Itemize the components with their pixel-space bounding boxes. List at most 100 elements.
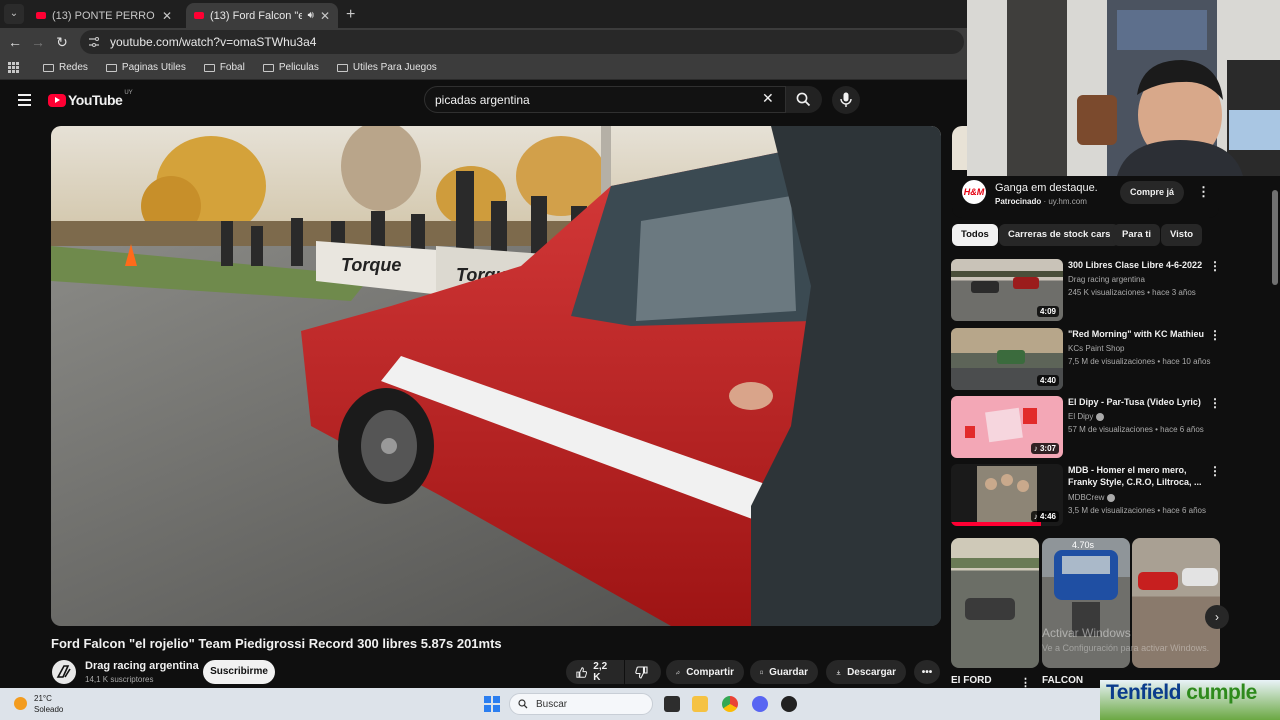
speaker-icon[interactable]: 🔊︎ — [308, 10, 314, 21]
channel-name[interactable]: Drag racing argentina — [85, 660, 199, 672]
tab-search-button[interactable]: ⌄ — [4, 4, 24, 24]
chip-para-ti[interactable]: Para ti — [1113, 224, 1161, 246]
ad-domain: uy.hm.com — [1048, 197, 1087, 206]
close-tab-icon[interactable]: ✕ — [162, 9, 172, 23]
task-view-icon[interactable] — [664, 696, 680, 712]
tenfield-banner-text: Tenfield cumple — [1106, 681, 1257, 704]
folder-icon — [43, 63, 54, 72]
short-thumbnail[interactable] — [951, 538, 1039, 668]
voice-search-button[interactable] — [832, 86, 860, 114]
clear-search-icon[interactable]: ✕ — [762, 90, 774, 107]
video-thumbnail[interactable]: 4:09 — [951, 259, 1063, 321]
discord-icon[interactable] — [752, 696, 768, 712]
browser-tab-strip: ⌄ (13) PONTE PERRO ft KALEB DI ✕ (13) Fo… — [0, 0, 968, 28]
shorts-next-arrow-icon[interactable]: › — [1205, 605, 1229, 629]
like-button[interactable]: 2,2 K — [566, 660, 624, 684]
more-horizontal-icon: ••• — [921, 666, 933, 678]
sun-icon[interactable] — [14, 697, 27, 710]
address-bar[interactable]: youtube.com/watch?v=omaSTWhu3a4 — [80, 30, 964, 54]
taskbar-search-input[interactable]: Buscar — [509, 693, 653, 715]
ad-cta-button[interactable]: Compre já — [1120, 181, 1184, 204]
folder-icon — [262, 63, 274, 72]
youtube-play-icon — [48, 93, 66, 107]
bookmarks-bar: Redes Paginas Utiles Fobal Peliculas Uti… — [0, 56, 968, 80]
bookmark-peliculas[interactable]: Peliculas — [257, 60, 325, 75]
bookmark-paginas-utiles[interactable]: Paginas Utiles — [100, 60, 192, 75]
share-button[interactable]: Compartir — [666, 660, 744, 684]
ad-banner-image[interactable] — [952, 126, 968, 170]
search-icon — [518, 699, 528, 709]
close-tab-icon[interactable]: ✕ — [320, 9, 330, 23]
weather-condition[interactable]: Soleado — [34, 705, 63, 714]
youtube-favicon-icon — [36, 12, 46, 19]
apps-grid-icon[interactable] — [8, 62, 19, 73]
subscriber-count: 14,1 K suscriptores — [85, 675, 154, 684]
video-thumbnail[interactable]: ♪ 4:46 — [951, 464, 1063, 526]
thumbs-down-icon — [635, 665, 648, 679]
recommendation-item[interactable]: ♪ 3:07 El Dipy - Par-Tusa (Video Lyric) … — [951, 396, 1221, 458]
short-time-overlay: 4.70s — [1072, 540, 1095, 550]
more-vertical-icon[interactable]: ⋮ — [1209, 396, 1221, 410]
recommendation-item[interactable]: ♪ 4:46 MDB - Homer el mero mero, Franky … — [951, 464, 1221, 526]
new-tab-button[interactable]: + — [346, 6, 355, 24]
search-button[interactable] — [786, 86, 822, 113]
ad-title[interactable]: Ganga em destaque. — [995, 182, 1098, 194]
short-image — [951, 558, 1039, 620]
short-title[interactable]: FALCON — [1042, 675, 1083, 686]
reload-icon[interactable]: ↻ — [53, 33, 71, 51]
recommendation-item[interactable]: 4:09 300 Libres Clase Libre 4-6-2022 Dra… — [951, 259, 1221, 321]
search-icon — [796, 92, 811, 107]
menu-icon[interactable] — [18, 94, 31, 109]
subscribe-button[interactable]: Suscribirme — [203, 660, 275, 684]
video-player[interactable]: Torque Torque — [51, 126, 941, 626]
more-vertical-icon[interactable]: ⋮ — [1209, 328, 1221, 342]
windows-start-icon[interactable] — [484, 696, 500, 712]
short-title[interactable]: EI FORD — [951, 675, 992, 686]
chip-todos[interactable]: Todos — [952, 224, 998, 246]
dislike-button[interactable] — [625, 660, 661, 684]
tab-ponte-perro[interactable]: (13) PONTE PERRO ft KALEB DI ✕ — [28, 3, 180, 28]
bookmark-redes[interactable]: Redes — [37, 60, 94, 75]
video-thumbnail[interactable]: ♪ 3:07 — [951, 396, 1063, 458]
file-explorer-icon[interactable] — [692, 696, 708, 712]
chrome-icon[interactable] — [722, 696, 738, 712]
ad-more-icon[interactable]: ⋮ — [1197, 184, 1210, 200]
sponsored-label: Patrocinado — [995, 197, 1042, 206]
bookmark-utiles-para-juegos[interactable]: Utiles Para Juegos — [331, 60, 443, 75]
video-title: Ford Falcon "el rojelio" Team Piedigross… — [51, 636, 502, 651]
folder-icon — [203, 63, 215, 72]
share-arrow-icon — [676, 669, 681, 674]
video-frame: Torque Torque — [51, 126, 941, 626]
url-text[interactable]: youtube.com/watch?v=omaSTWhu3a4 — [110, 35, 316, 49]
youtube-logo[interactable]: YouTube UY — [48, 90, 133, 108]
more-vertical-icon[interactable]: ⋮ — [1209, 259, 1221, 273]
more-vertical-icon[interactable]: ⋮ — [1209, 464, 1221, 478]
download-button[interactable]: Descargar — [826, 660, 906, 684]
game-launcher-icon[interactable] — [781, 696, 797, 712]
search-query[interactable]: picadas argentina — [435, 93, 530, 107]
verified-icon — [1095, 412, 1104, 421]
chip-visto[interactable]: Visto — [1161, 224, 1203, 246]
save-button[interactable]: Guardar — [750, 660, 818, 684]
browser-toolbar: ← → ↻ youtube.com/watch?v=omaSTWhu3a4 — [0, 28, 968, 56]
forward-arrow-icon[interactable]: → — [29, 33, 47, 51]
webcam-overlay — [967, 0, 1280, 176]
search-input[interactable]: picadas argentina — [424, 86, 786, 113]
hm-logo[interactable]: H&M — [962, 180, 986, 204]
weather-temperature[interactable]: 21°C — [34, 694, 52, 703]
more-actions-button[interactable]: ••• — [914, 660, 940, 684]
folder-icon — [336, 63, 348, 72]
sidebar-scrollbar[interactable] — [1272, 190, 1278, 285]
back-arrow-icon[interactable]: ← — [6, 33, 24, 51]
thumbs-up-icon — [576, 666, 588, 678]
channel-avatar[interactable] — [52, 660, 76, 684]
chip-carreras-stock-cars[interactable]: Carreras de stock cars — [999, 224, 1120, 246]
download-icon — [836, 669, 841, 675]
video-thumbnail[interactable]: 4:40 — [951, 328, 1063, 390]
site-settings-icon[interactable] — [88, 36, 100, 48]
ad-sponsor-line: Patrocinado · uy.hm.com — [995, 197, 1087, 206]
tab-ford-falcon[interactable]: (13) Ford Falcon "el rojelio" 🔊︎ ✕ — [186, 3, 338, 28]
recommendation-item[interactable]: 4:40 "Red Morning" with KC Mathieu KCs P… — [951, 328, 1221, 390]
microphone-icon — [840, 92, 852, 107]
bookmark-fobal[interactable]: Fobal — [198, 60, 251, 75]
